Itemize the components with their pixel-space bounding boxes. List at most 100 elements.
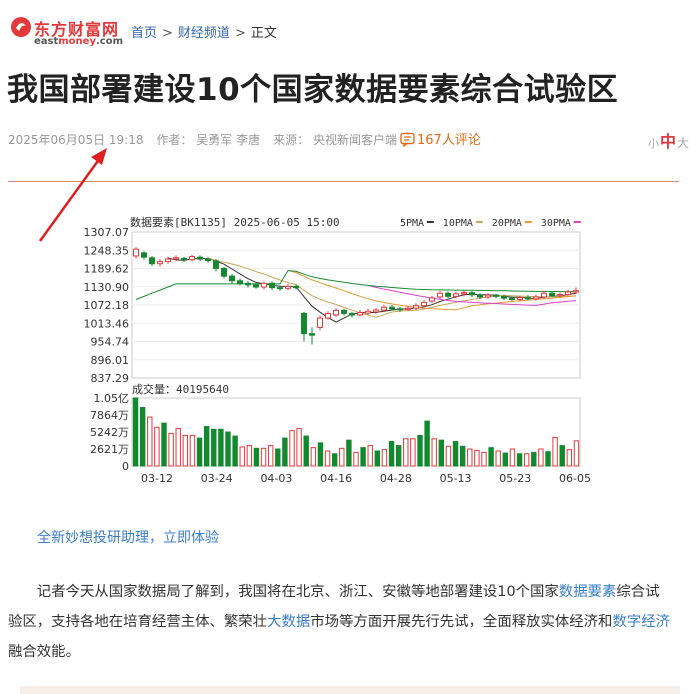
price-tick-label: 1130.90 xyxy=(84,281,130,294)
comment-link[interactable]: 167人评论 xyxy=(400,129,481,148)
candle xyxy=(549,292,555,297)
promo-link[interactable]: 全新妙想投研助理，立即体验 xyxy=(37,527,219,547)
volume-bar xyxy=(374,450,381,467)
article-author: 作者： 吴勇军 李唐 xyxy=(156,133,261,147)
price-tick-label: 954.74 xyxy=(91,336,130,349)
candle xyxy=(205,258,211,262)
candle xyxy=(237,280,243,284)
volume-bar xyxy=(438,439,445,467)
candle xyxy=(181,257,187,261)
candle xyxy=(493,294,499,297)
volume-bar xyxy=(339,447,345,467)
breadcrumb-separator: > xyxy=(234,26,246,41)
candle xyxy=(165,258,171,263)
volume-bar xyxy=(431,438,437,467)
volume-bar xyxy=(289,430,295,467)
breadcrumb-home[interactable]: 首页 xyxy=(131,26,157,41)
volume-bar xyxy=(566,449,573,467)
volume-bar xyxy=(552,436,558,467)
candle xyxy=(317,317,323,328)
candle xyxy=(565,291,571,295)
candle xyxy=(453,293,459,297)
candle xyxy=(437,292,443,298)
volume-bar xyxy=(203,426,210,467)
candle xyxy=(501,295,507,299)
volume-bar xyxy=(232,435,238,467)
article-meta: 2025年06月05日 19:18 作者： 吴勇军 李唐 来源： 央视新闻客户端 xyxy=(8,131,410,148)
volume-bar xyxy=(331,453,338,467)
chart-header: 数据要素[BK1135] 2025-06-05 15:00 xyxy=(130,215,340,229)
candle xyxy=(325,312,331,319)
volume-bar xyxy=(523,453,530,467)
volume-bar xyxy=(132,397,139,467)
breadcrumb-channel[interactable]: 财经频道 xyxy=(178,26,230,41)
volume-tick-label: 1.05亿 xyxy=(94,392,130,405)
candle xyxy=(389,306,395,310)
candle xyxy=(485,294,491,298)
volume-bar xyxy=(474,449,480,467)
header-divider xyxy=(8,181,679,182)
candle xyxy=(245,282,251,286)
volume-bar xyxy=(481,451,487,467)
volume-bar xyxy=(246,445,253,467)
candle xyxy=(421,302,427,307)
volume-bar xyxy=(267,445,274,467)
volume-bar xyxy=(395,445,402,467)
candle xyxy=(541,292,547,298)
candle xyxy=(517,297,523,300)
font-size-switcher: 小中大 xyxy=(648,128,689,152)
candle xyxy=(133,248,139,257)
candle xyxy=(221,267,227,277)
candle xyxy=(573,290,579,293)
volume-bar xyxy=(403,438,409,467)
volume-tick-label: 5242万 xyxy=(90,426,129,439)
keyword-link[interactable]: 数据要素 xyxy=(559,584,617,600)
volume-tick-label: 7864万 xyxy=(90,409,129,422)
date-label: 03-12 xyxy=(141,472,173,485)
volume-bar xyxy=(509,448,516,467)
date-label: 05-13 xyxy=(440,472,472,485)
article-source: 来源： 央视新闻客户端 xyxy=(273,133,397,147)
price-tick-label: 1307.07 xyxy=(84,226,130,239)
volume-bar xyxy=(161,422,167,467)
font-small-button[interactable]: 小 xyxy=(648,137,659,150)
volume-bar xyxy=(388,441,395,467)
keyword-link[interactable]: 大数据 xyxy=(267,614,310,630)
volume-bar xyxy=(139,407,146,467)
article-paragraph: 记者今天从国家数据局了解到，我国将在北京、浙江、安徽等地部署建设10个国家数据要… xyxy=(8,584,671,660)
keyword-link[interactable]: 数字经济 xyxy=(612,614,670,630)
candle xyxy=(293,285,299,289)
volume-bar xyxy=(147,416,153,467)
legend-swatch xyxy=(426,221,434,223)
font-medium-button[interactable]: 中 xyxy=(660,132,676,151)
volume-bar xyxy=(239,446,245,467)
volume-bar xyxy=(189,434,196,467)
date-label: 06-05 xyxy=(559,472,591,485)
price-tick-label: 1248.35 xyxy=(84,244,130,257)
volume-bar xyxy=(324,450,331,467)
price-tick-label: 1189.62 xyxy=(84,263,130,276)
candle xyxy=(277,287,283,290)
candle xyxy=(261,282,267,288)
volume-bar xyxy=(495,450,501,467)
article-title: 我国部署建设10个国家数据要素综合试验区 xyxy=(7,72,619,108)
candle xyxy=(285,285,291,289)
volume-tick-label: 2621万 xyxy=(90,443,129,456)
candle xyxy=(557,293,563,297)
candle xyxy=(445,292,451,297)
candle xyxy=(373,309,379,313)
candle xyxy=(149,257,155,265)
candle xyxy=(365,310,371,314)
volume-bar xyxy=(317,442,324,467)
candle xyxy=(333,309,339,316)
price-tick-label: 896.01 xyxy=(91,354,130,367)
volume-bar xyxy=(253,447,260,467)
stock-chart[interactable]: 数据要素[BK1135] 2025-06-05 15:00 5PMA 10PMA 2… xyxy=(82,210,602,490)
volume-bar xyxy=(260,447,267,467)
comment-icon xyxy=(400,132,415,148)
breadcrumb-current: 正文 xyxy=(250,26,277,41)
volume-bar xyxy=(445,445,452,467)
site-logo[interactable]: 东方财富网 eastmoney.com xyxy=(10,14,123,50)
comment-count: 167人评论 xyxy=(417,133,481,148)
font-large-button[interactable]: 大 xyxy=(677,136,689,150)
